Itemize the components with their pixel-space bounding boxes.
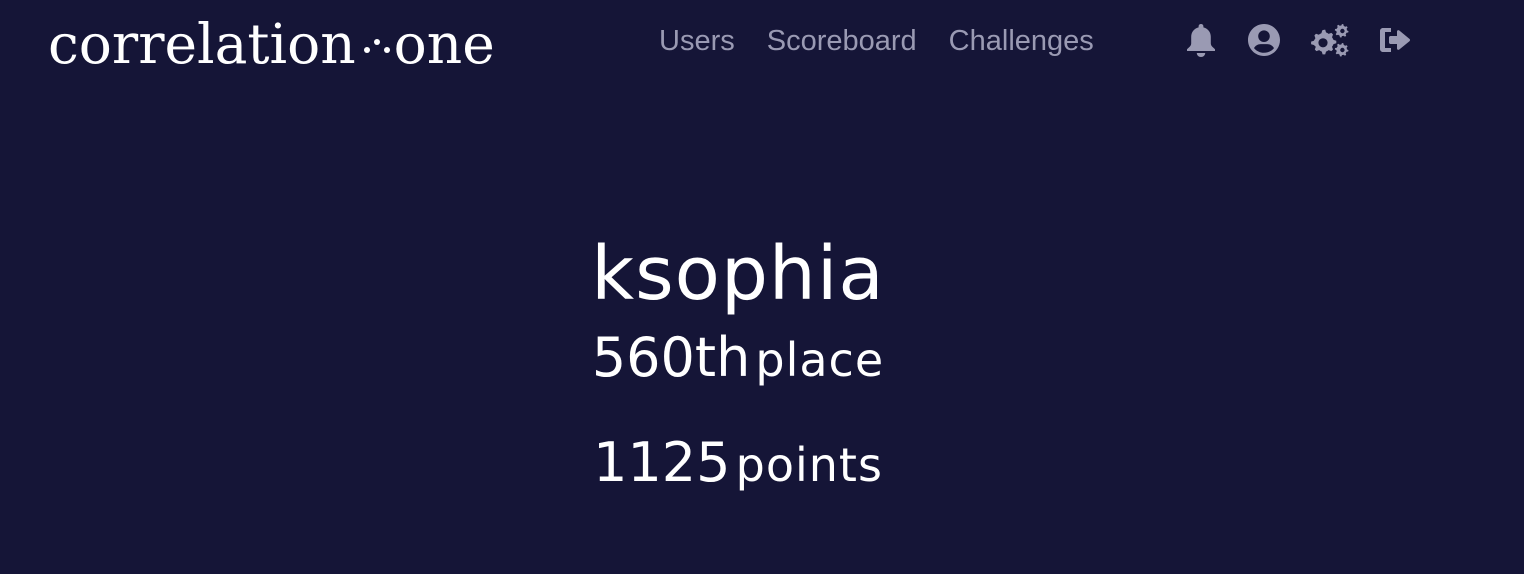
logo-text-left: correlation bbox=[48, 11, 356, 76]
user-circle-icon[interactable] bbox=[1246, 22, 1282, 58]
nav-link-scoreboard[interactable]: Scoreboard bbox=[767, 20, 917, 62]
user-profile: ksophia 560th place 1125 points bbox=[0, 228, 1476, 508]
rank-stat: 560th place bbox=[0, 326, 1476, 403]
points-number: 1125 bbox=[593, 431, 731, 494]
rank-number: 560th bbox=[591, 326, 751, 389]
points-stat: 1125 points bbox=[0, 431, 1476, 508]
sign-out-icon[interactable] bbox=[1378, 22, 1412, 58]
logo-dots-icon bbox=[362, 29, 392, 59]
bell-icon[interactable] bbox=[1184, 22, 1218, 58]
nav-link-users[interactable]: Users bbox=[659, 20, 735, 62]
nav-icon-group bbox=[1184, 22, 1412, 58]
points-label: points bbox=[735, 438, 883, 492]
navbar: correlation one Users Scoreboard Challen… bbox=[0, 0, 1524, 84]
rank-label: place bbox=[755, 333, 885, 387]
username-heading: ksophia bbox=[591, 231, 885, 317]
gears-icon[interactable] bbox=[1308, 22, 1352, 58]
main-nav: Users Scoreboard Challenges bbox=[659, 20, 1094, 62]
nav-link-challenges[interactable]: Challenges bbox=[949, 20, 1094, 62]
logo-text-right: one bbox=[393, 11, 495, 76]
correlation-one-logo[interactable]: correlation one bbox=[48, 12, 495, 76]
